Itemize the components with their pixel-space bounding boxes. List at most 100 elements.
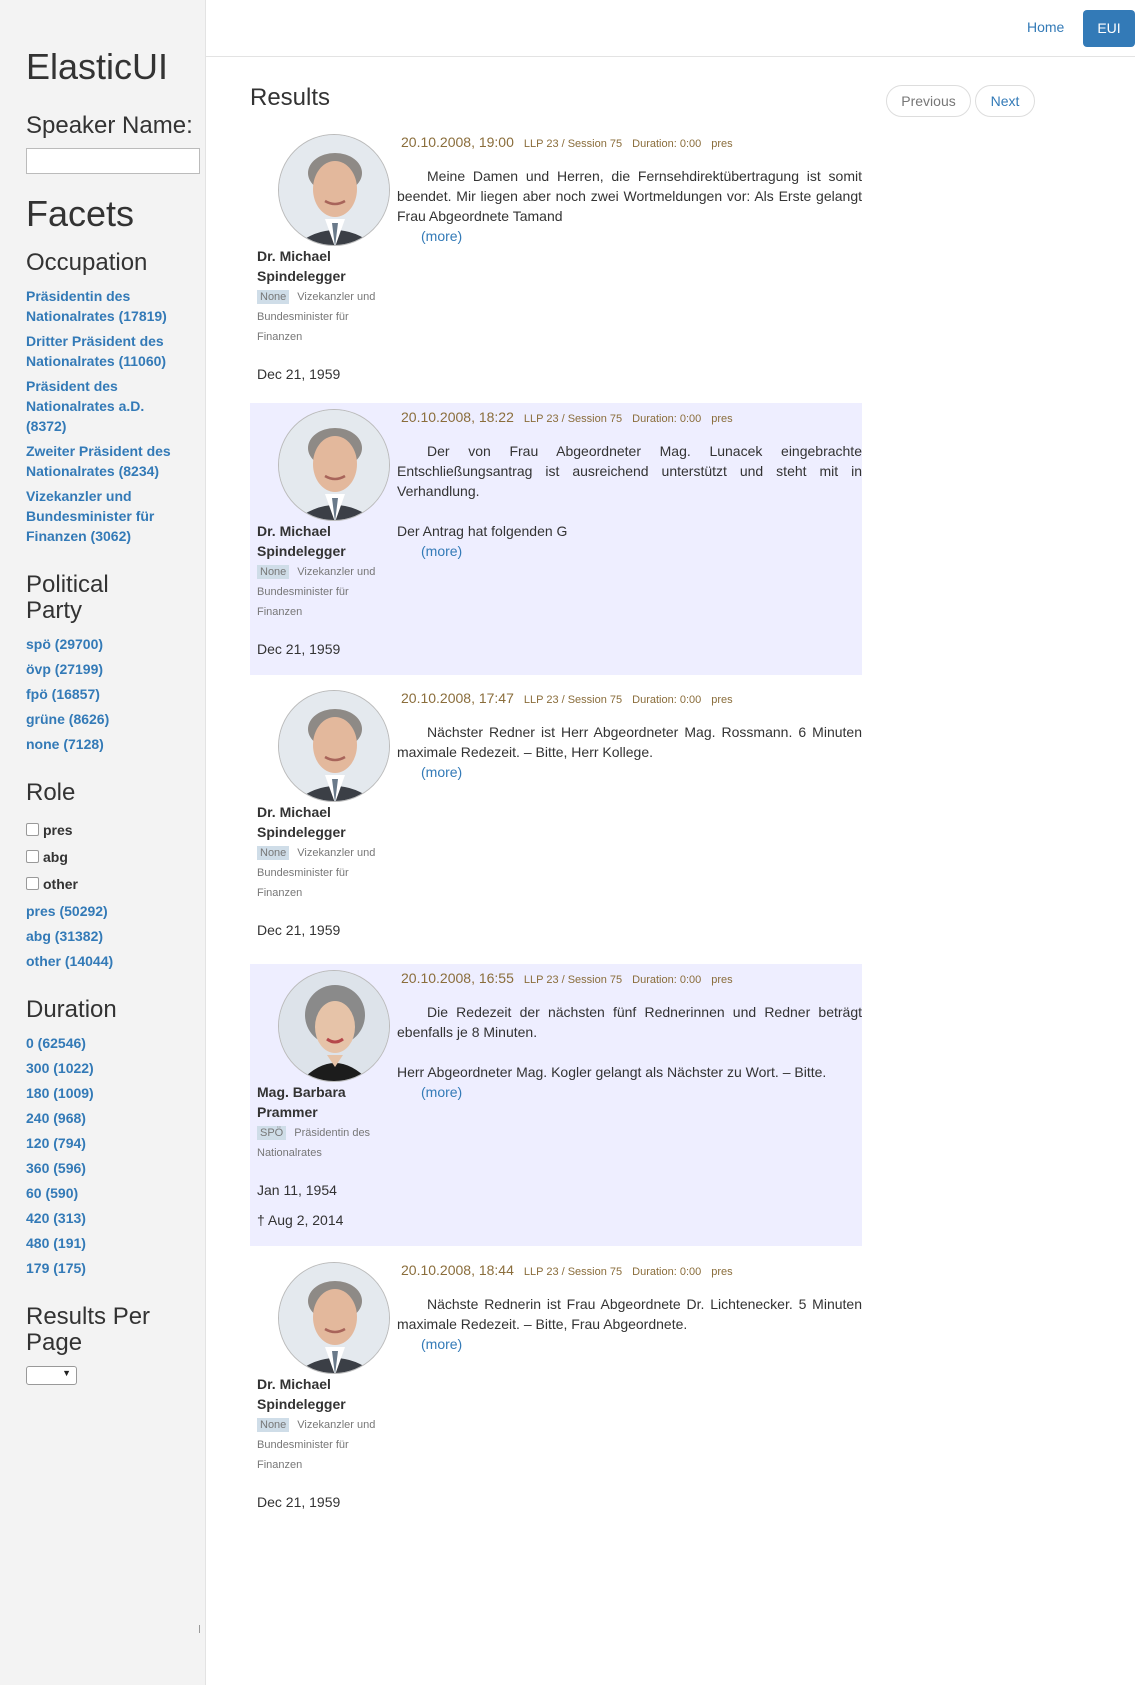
role-checkbox-list: pres abg other [26, 816, 205, 897]
result-date: 20.10.2008, 16:55 [401, 970, 514, 986]
duration-facet-list: 0 (62546) 300 (1022) 180 (1009) 240 (968) 12… [26, 1033, 205, 1278]
speaker-info: Mag. Barbara Prammer SPÖ Präsidentin des N… [257, 1082, 387, 1230]
duration-facet-link[interactable]: 300 (1022) [26, 1058, 176, 1078]
result-meta: 20.10.2008, 16:55 LLP 23 / Session 75 Dura… [401, 970, 733, 988]
speaker-meta: None Vizekanzler und Bundesminister für F… [257, 562, 387, 622]
speaker-avatar [278, 970, 390, 1082]
result-paragraph: Der von Frau Abgeordneter Mag. Lunacek e… [397, 443, 862, 499]
occupation-facet-link[interactable]: Vizekanzler und Bundesminister für Finan… [26, 486, 176, 546]
party-facet-link[interactable]: grüne (8626) [26, 709, 176, 729]
speaker-info: Dr. Michael Spindelegger None Vizekanzler … [257, 521, 387, 659]
speaker-name: Mag. Barbara Prammer [257, 1084, 346, 1120]
party-facet-link[interactable]: fpö (16857) [26, 684, 176, 704]
more-link[interactable]: (more) [421, 541, 862, 561]
party-facet-list: spö (29700) övp (27199) fpö (16857) grüne (… [26, 634, 205, 754]
role-checkbox-row[interactable]: abg [26, 843, 205, 870]
speaker-birth-date: Dec 21, 1959 [257, 922, 341, 938]
result-duration: Duration: 0:00 [632, 974, 702, 986]
result-date: 20.10.2008, 17:47 [401, 690, 514, 706]
results-per-page-heading: Results Per Page [26, 1303, 151, 1356]
party-facet-link[interactable]: none (7128) [26, 734, 176, 754]
speaker-name-input[interactable] [26, 148, 200, 174]
result-text: Meine Damen und Herren, die Fernsehdirek… [397, 166, 862, 246]
speaker-name: Dr. Michael Spindelegger [257, 523, 346, 559]
duration-facet-link[interactable]: 120 (794) [26, 1133, 176, 1153]
party-badge: None [257, 290, 290, 304]
result-role: pres [711, 138, 733, 150]
role-checkbox[interactable] [26, 877, 39, 890]
duration-facet-link[interactable]: 179 (175) [26, 1258, 176, 1278]
result-paragraph: Herr Abgeordneter Mag. Kogler gelangt al… [397, 1064, 827, 1080]
more-link[interactable]: (more) [421, 226, 862, 246]
result-role: pres [711, 974, 733, 986]
resize-handle[interactable] [199, 1625, 200, 1633]
results-per-page-select[interactable]: ▼ [26, 1366, 77, 1385]
role-facet-link[interactable]: other (14044) [26, 951, 176, 971]
occupation-facet-link[interactable]: Dritter Präsident des Nationalrates (110… [26, 331, 176, 371]
result-item: 20.10.2008, 19:00 LLP 23 / Session 75 Dura… [250, 128, 862, 398]
occupation-heading: Occupation [26, 249, 148, 276]
results-title: Results [250, 84, 331, 111]
role-checkbox-row[interactable]: other [26, 870, 205, 897]
party-facet-link[interactable]: övp (27199) [26, 659, 176, 679]
facets-title: Facets [26, 193, 135, 234]
more-link[interactable]: (more) [421, 1082, 862, 1102]
party-badge: SPÖ [257, 1126, 287, 1140]
nav-home-link[interactable]: Home [1027, 19, 1064, 35]
result-duration: Duration: 0:00 [632, 1266, 702, 1278]
result-session: LLP 23 / Session 75 [523, 413, 623, 425]
duration-facet-link[interactable]: 180 (1009) [26, 1083, 176, 1103]
duration-facet-link[interactable]: 480 (191) [26, 1233, 176, 1253]
result-duration: Duration: 0:00 [632, 413, 702, 425]
next-button[interactable]: Next [975, 85, 1035, 117]
result-meta: 20.10.2008, 18:44 LLP 23 / Session 75 Dura… [401, 1262, 733, 1280]
occupation-facet-list: Präsidentin des Nationalrates (17819) Dri… [26, 286, 205, 546]
role-checkbox-row[interactable]: pres [26, 816, 205, 843]
speaker-info: Dr. Michael Spindelegger None Vizekanzler … [257, 1374, 387, 1512]
party-facet-link[interactable]: spö (29700) [26, 634, 176, 654]
result-paragraph: Die Redezeit der nächsten fünf Rednerinn… [397, 1004, 862, 1040]
more-link[interactable]: (more) [421, 1334, 862, 1354]
speaker-meta: None Vizekanzler und Bundesminister für F… [257, 1415, 387, 1475]
occupation-facet-link[interactable]: Zweiter Präsident des Nationalrates (823… [26, 441, 176, 481]
nav-eui-link[interactable]: EUI [1083, 10, 1135, 47]
result-date: 20.10.2008, 19:00 [401, 134, 514, 150]
role-checkbox[interactable] [26, 823, 39, 836]
speaker-birth-date: Dec 21, 1959 [257, 1494, 341, 1510]
duration-facet-link[interactable]: 0 (62546) [26, 1033, 176, 1053]
duration-facet-link[interactable]: 60 (590) [26, 1183, 176, 1203]
duration-facet-link[interactable]: 360 (596) [26, 1158, 176, 1178]
role-facet-link[interactable]: pres (50292) [26, 901, 176, 921]
speaker-death-date: † Aug 2, 2014 [257, 1212, 344, 1228]
result-meta: 20.10.2008, 19:00 LLP 23 / Session 75 Dura… [401, 134, 733, 152]
result-session: LLP 23 / Session 75 [523, 138, 623, 150]
duration-facet-link[interactable]: 240 (968) [26, 1108, 176, 1128]
previous-button[interactable]: Previous [886, 85, 971, 117]
speaker-name-label: Speaker Name: [26, 112, 193, 139]
result-session: LLP 23 / Session 75 [523, 974, 623, 986]
result-duration: Duration: 0:00 [632, 694, 702, 706]
result-session: LLP 23 / Session 75 [523, 1266, 623, 1278]
speaker-info: Dr. Michael Spindelegger None Vizekanzler … [257, 246, 387, 384]
party-badge: None [257, 1418, 290, 1432]
speaker-birth-date: Dec 21, 1959 [257, 366, 341, 382]
speaker-avatar [278, 690, 390, 802]
role-facet-link[interactable]: abg (31382) [26, 926, 176, 946]
speaker-birth-date: Dec 21, 1959 [257, 641, 341, 657]
role-checkbox[interactable] [26, 850, 39, 863]
role-checkbox-label: abg [43, 848, 68, 865]
occupation-facet-link[interactable]: Präsidentin des Nationalrates (17819) [26, 286, 176, 326]
result-role: pres [711, 413, 733, 425]
result-paragraph: Nächster Redner ist Herr Abgeordneter Ma… [397, 724, 862, 760]
role-checkbox-label: other [43, 875, 78, 892]
party-badge: None [257, 565, 290, 579]
more-link[interactable]: (more) [421, 762, 862, 782]
result-item: 20.10.2008, 16:55 LLP 23 / Session 75 Dura… [250, 964, 862, 1246]
occupation-facet-link[interactable]: Präsident des Nationalrates a.D. (8372) [26, 376, 176, 436]
speaker-avatar [278, 134, 390, 246]
chevron-down-icon: ▼ [62, 1368, 71, 1378]
app-title: ElasticUI [26, 46, 169, 87]
result-paragraph: Meine Damen und Herren, die Fernsehdirek… [397, 168, 862, 224]
duration-facet-link[interactable]: 420 (313) [26, 1208, 176, 1228]
result-role: pres [711, 1266, 733, 1278]
